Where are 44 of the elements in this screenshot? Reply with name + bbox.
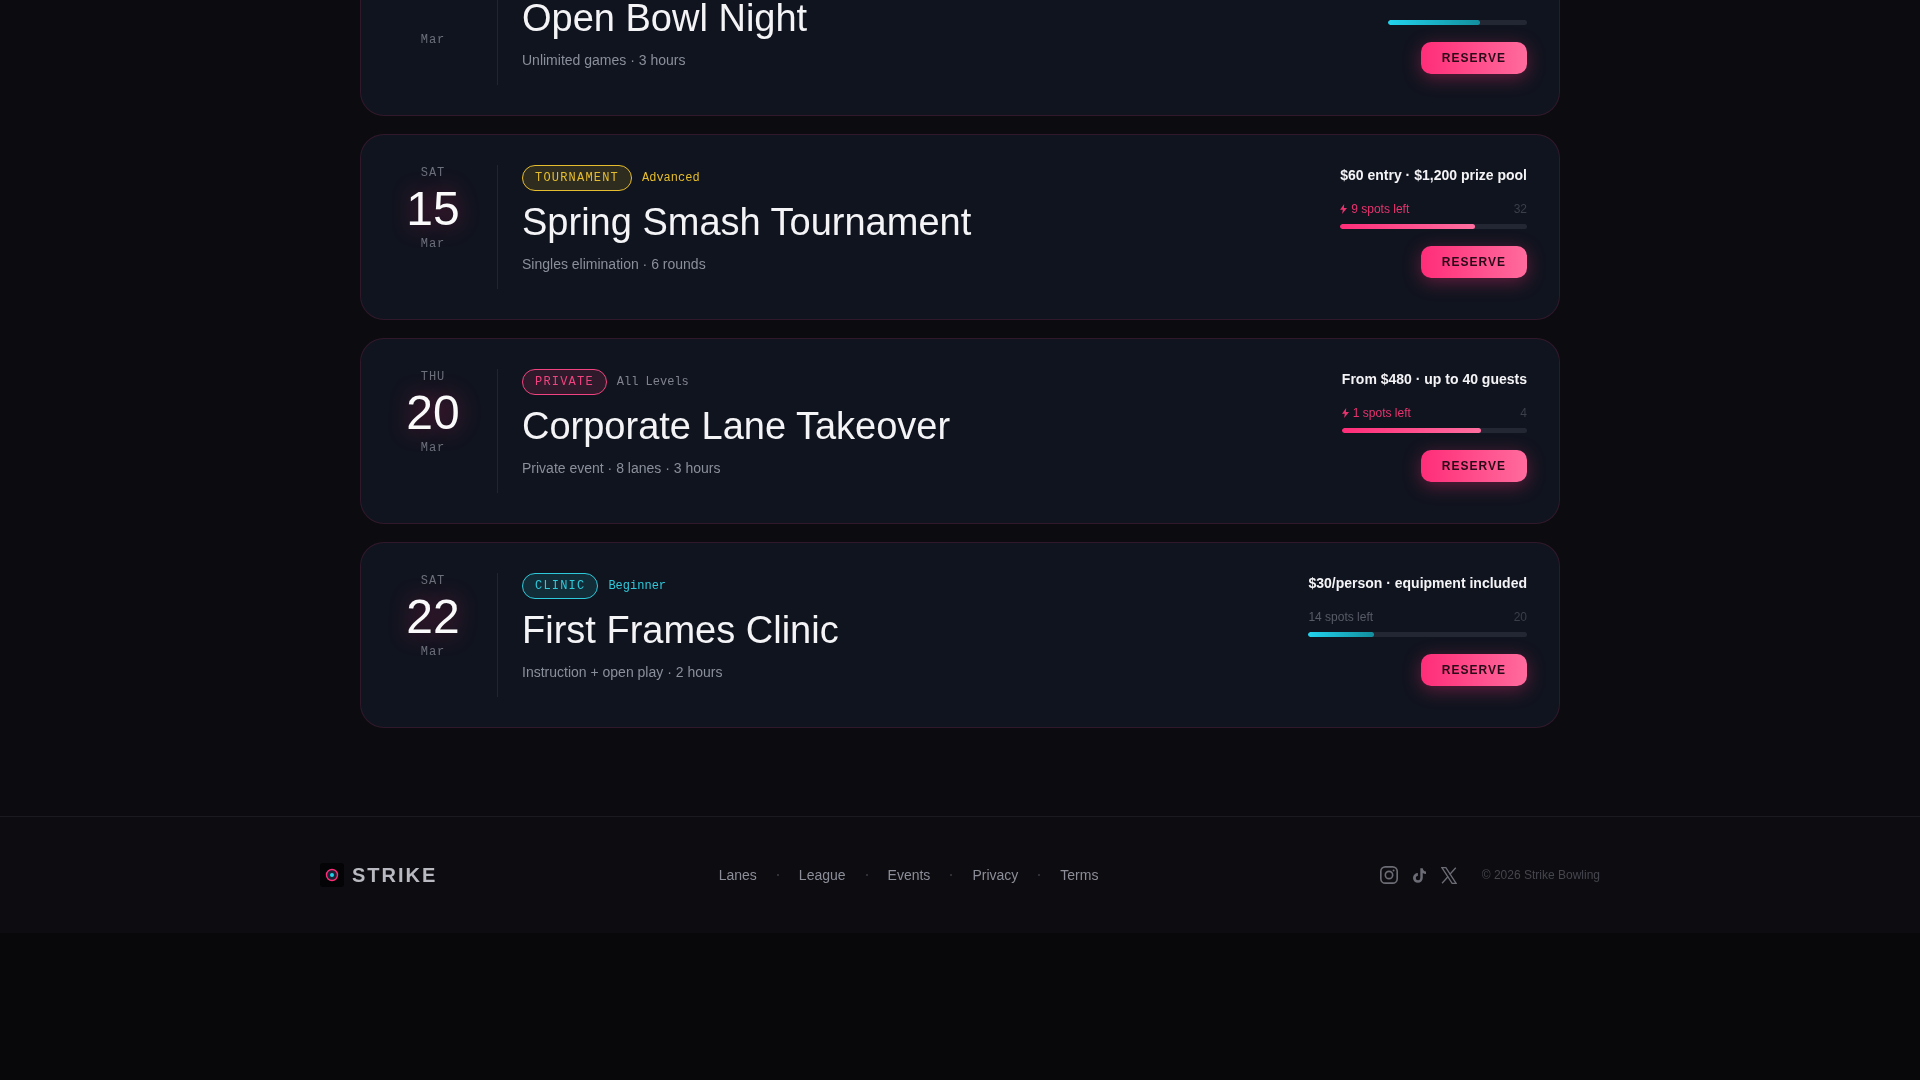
footer-link[interactable]: Lanes <box>718 867 757 883</box>
spots-left-label: 9 spots left <box>1351 201 1410 217</box>
event-details: Singles elimination · 6 rounds <box>522 255 707 274</box>
event-weekday: SAT <box>420 165 446 181</box>
event-price: $30/person · equipment included <box>1308 574 1527 593</box>
event-month: Mar <box>420 236 446 252</box>
event-price: $60 entry · $1,200 prize pool <box>1340 166 1527 185</box>
footer-link[interactable]: Events <box>887 867 931 883</box>
footer-link[interactable]: Terms <box>1060 867 1099 883</box>
event-day: 15 <box>406 185 460 233</box>
footer-link[interactable]: League <box>798 867 846 883</box>
ring-logo-icon[interactable] <box>320 863 344 887</box>
event-weekday: THU <box>420 369 446 385</box>
music-note-icon[interactable] <box>1412 867 1426 883</box>
reserve-button[interactable]: RESERVE <box>1420 654 1527 686</box>
event-month: Mar <box>420 32 446 48</box>
reserve-button[interactable]: RESERVE <box>1420 450 1527 482</box>
skill-level: Beginner <box>608 578 667 594</box>
event-price: From $480 · up to 40 guests <box>1341 370 1527 389</box>
spots-left-label: 1 spots left <box>1352 405 1411 421</box>
skill-level: All Levels <box>616 374 689 390</box>
event-day: 20 <box>406 389 460 437</box>
footer-link[interactable]: Privacy <box>972 867 1019 883</box>
category-tag: CLINIC <box>522 573 599 599</box>
category-tag: PRIVATE <box>522 369 607 395</box>
x-mark-icon[interactable] <box>1440 866 1457 884</box>
reserve-button[interactable]: RESERVE <box>1420 42 1527 74</box>
category-tag: TOURNAMENT <box>522 165 632 191</box>
spots-left-label: 14 spots left <box>1308 609 1374 625</box>
event-day: 22 <box>406 593 460 641</box>
event-month: Mar <box>420 440 446 456</box>
event-details: Private event · 8 lanes · 3 hours <box>522 459 722 478</box>
event-details: Unlimited games · 3 hours <box>522 51 687 70</box>
lightning-icon <box>1340 204 1348 214</box>
copyright-text: © 2026 Strike Bowling <box>1481 868 1600 882</box>
event-weekday: SAT <box>420 573 446 589</box>
reserve-button[interactable]: RESERVE <box>1420 246 1527 278</box>
brand-name[interactable]: STRIKE <box>352 863 438 887</box>
event-month: Mar <box>420 644 446 660</box>
camera-icon[interactable] <box>1379 866 1398 884</box>
event-title: First Frames Clinic <box>522 612 840 648</box>
lightning-icon <box>1341 408 1349 418</box>
event-details: Instruction + open play · 2 hours <box>522 663 724 682</box>
skill-level: Advanced <box>642 170 700 186</box>
